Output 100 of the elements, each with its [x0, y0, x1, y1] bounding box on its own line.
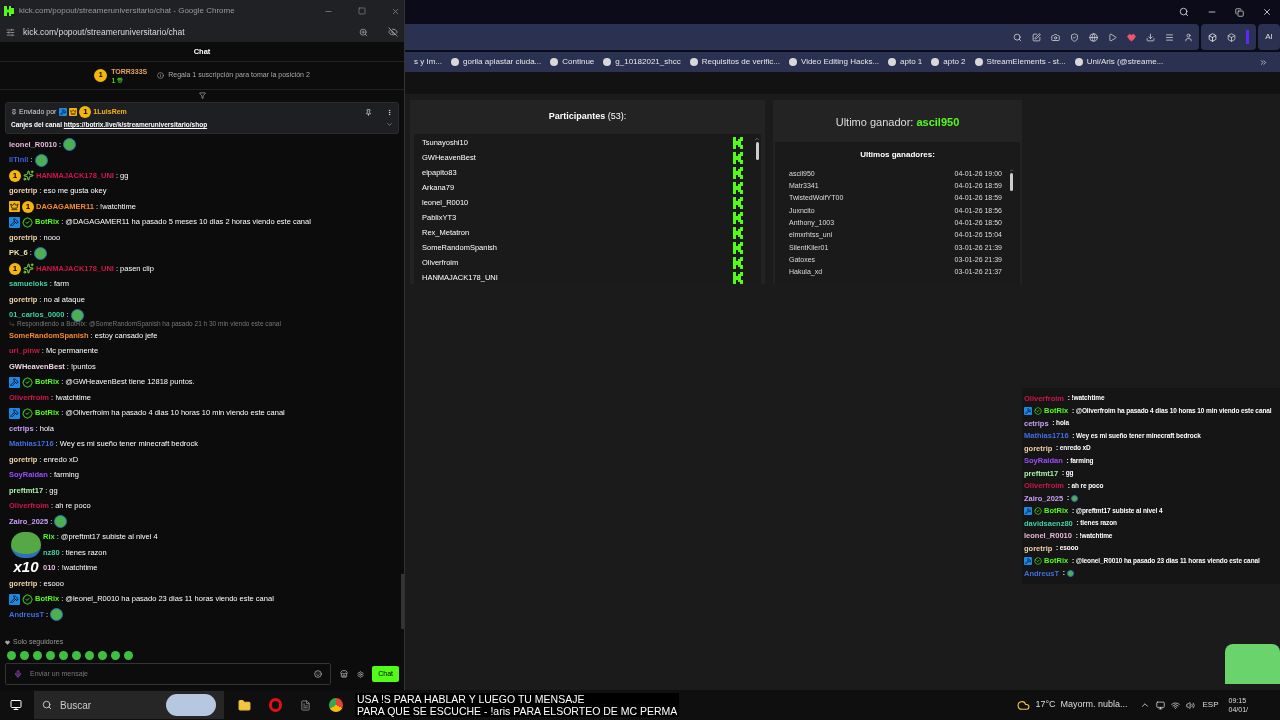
hammer-badge-icon	[9, 593, 20, 605]
close-icon[interactable]	[1262, 7, 1272, 17]
cube-icon[interactable]	[1227, 32, 1236, 42]
weather-text[interactable]: Mayorm. nubla...	[1060, 698, 1128, 712]
menu-icon[interactable]	[1165, 32, 1174, 42]
check-badge-icon	[22, 593, 33, 605]
bookmark[interactable]: Uni/Aris (@streame...	[1086, 56, 1164, 68]
k-logo-icon	[733, 197, 743, 209]
folder-icon[interactable]	[238, 698, 251, 712]
winners-title: Ultimos ganadores:	[859, 149, 936, 161]
bookmark[interactable]: s y Im...	[414, 56, 442, 68]
hammer-badge-icon	[59, 108, 68, 116]
last-winner-name: ascil950	[916, 116, 960, 128]
check-badge-icon	[22, 216, 33, 228]
site-icon	[888, 58, 897, 66]
eye-off-icon[interactable]	[388, 27, 398, 37]
store-icon[interactable]	[340, 670, 349, 678]
opera-icon[interactable]	[269, 698, 282, 712]
search-icon[interactable]	[1179, 7, 1189, 17]
crown-badge-icon	[69, 108, 78, 116]
more-bookmarks-icon[interactable]	[1259, 57, 1268, 67]
bookmark[interactable]: Continue	[562, 56, 595, 68]
tray-icon[interactable]	[1155, 700, 1165, 710]
check-badge-icon	[1034, 556, 1042, 565]
site-settings-icon[interactable]	[6, 27, 15, 37]
restore-icon[interactable]	[1235, 7, 1244, 17]
k-logo-icon	[733, 137, 743, 149]
hammer-badge-icon	[9, 216, 20, 228]
chevron-down-icon[interactable]	[386, 121, 393, 129]
pin-icon	[11, 109, 17, 115]
heart-icon[interactable]	[1127, 32, 1136, 42]
site-icon	[689, 58, 698, 66]
weather-icon[interactable]	[1017, 698, 1031, 712]
participants-title: Participantes (53):	[547, 110, 628, 123]
search-icon	[42, 700, 52, 710]
taskbar-search[interactable]: Buscar	[34, 691, 224, 719]
bookmark[interactable]: gorila aplastar ciuda...	[463, 56, 542, 68]
site-icon	[603, 58, 612, 66]
toolbar-icon[interactable]	[1089, 32, 1098, 42]
profile-icon[interactable]	[1184, 32, 1193, 42]
mic-icon[interactable]	[14, 670, 22, 678]
caption-text: PARA QUE SE ESCUCHE - !aris PARA ELSORTEO DE MC PERMA	[357, 705, 678, 717]
temperature[interactable]: 17°C	[1035, 698, 1056, 712]
ai-button[interactable]: AI	[1258, 24, 1280, 50]
gift-icon	[116, 77, 123, 83]
bookmark[interactable]: g_10182021_shcc	[615, 56, 681, 68]
sparkle-badge-icon	[23, 263, 34, 274]
k-logo-icon	[733, 257, 743, 269]
k-logo-icon	[733, 152, 743, 164]
site-icon	[451, 58, 459, 66]
window-title: kick.com/popout/streameruniversitario/chat - Google Chrome	[19, 5, 236, 17]
coin-badge: 1	[9, 262, 21, 275]
logo-icon	[4, 6, 14, 16]
coin-badge: 1	[79, 106, 92, 118]
zoom-icon[interactable]	[359, 27, 368, 37]
bookmark[interactable]: StreamElements - st...	[986, 56, 1066, 68]
site-icon	[550, 58, 559, 66]
tray-chevron-icon[interactable]	[1139, 700, 1150, 710]
toolbar-icon[interactable]	[1013, 32, 1022, 42]
coin-badge: 1	[22, 200, 34, 213]
chrome-icon[interactable]	[329, 698, 343, 712]
emoji-icon[interactable]	[314, 670, 323, 678]
site-icon	[788, 58, 797, 66]
mountain-picture	[166, 694, 216, 716]
check-badge-icon	[1034, 406, 1042, 415]
scrollbar-thumb[interactable]	[1009, 173, 1013, 191]
coin-badge: 1	[9, 169, 21, 182]
toolbar-icon[interactable]	[1032, 32, 1041, 42]
reply-arrow-icon	[9, 320, 15, 327]
sparkle-badge-icon	[23, 170, 34, 181]
heart-icon	[5, 639, 10, 645]
scrollbar-thumb[interactable]	[755, 141, 759, 160]
toolbar-icon[interactable]	[1070, 32, 1079, 42]
multiplier-text: x10	[13, 557, 39, 576]
app-icon[interactable]	[300, 699, 311, 711]
check-badge-icon	[22, 407, 33, 419]
check-badge-icon	[22, 376, 33, 388]
language-indicator[interactable]: ESP	[1202, 699, 1219, 711]
settings-icon[interactable]	[357, 670, 365, 678]
bookmark[interactable]: Video Editing Hacks...	[800, 56, 880, 68]
k-logo-icon	[733, 227, 743, 239]
bookmark[interactable]: Requisitos de verific...	[701, 56, 780, 68]
download-icon[interactable]	[1146, 32, 1155, 42]
caption-text: USA !S PARA HABLAR Y LUEGO TU MENSAJE	[357, 693, 586, 705]
toolbar-icon[interactable]	[1051, 32, 1060, 42]
hammer-badge-icon	[9, 407, 20, 419]
frog-emote-icon	[11, 531, 41, 558]
network-icon[interactable]	[1170, 700, 1180, 710]
pin-icon[interactable]	[365, 108, 372, 116]
bookmark[interactable]: apto 1	[900, 56, 923, 68]
last-winner-label: Ultimo ganador:	[835, 116, 915, 128]
filter-icon[interactable]	[198, 91, 206, 99]
k-logo-icon	[733, 242, 743, 254]
k-logo-icon	[733, 167, 743, 179]
bookmark[interactable]: apto 2	[943, 56, 966, 68]
toolbar-icon[interactable]	[1108, 32, 1117, 42]
volume-icon[interactable]	[1185, 700, 1195, 710]
hammer-badge-icon	[9, 376, 20, 388]
k-logo-icon	[733, 212, 743, 224]
k-logo-icon	[733, 182, 743, 194]
